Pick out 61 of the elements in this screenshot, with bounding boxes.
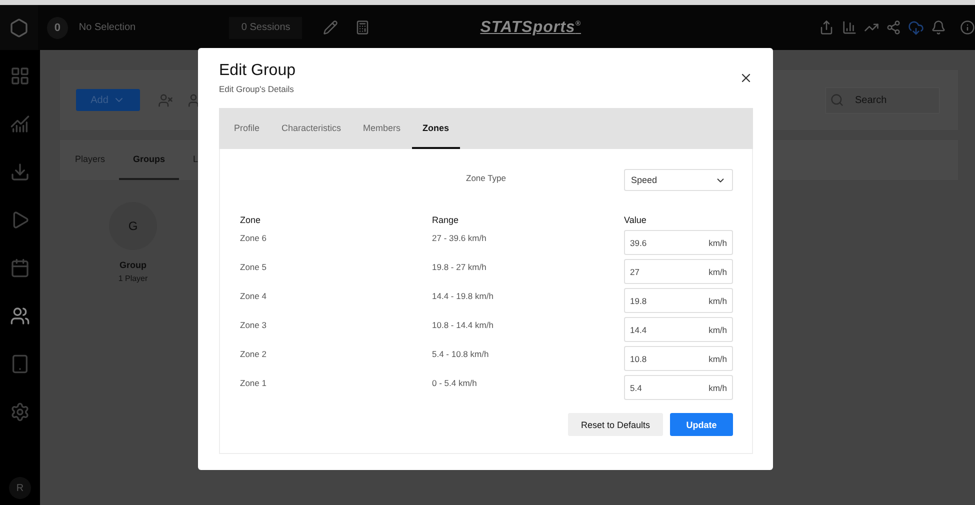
zone-name: Zone 4 bbox=[240, 290, 268, 303]
column-header: Range bbox=[432, 215, 460, 227]
zone-range: 14.4 - 19.8 km/h bbox=[432, 290, 494, 303]
column-header: Zone bbox=[240, 215, 262, 227]
unit-label: km/h bbox=[708, 324, 727, 334]
unit-label: km/h bbox=[708, 354, 727, 364]
update-button[interactable]: Update bbox=[670, 413, 733, 436]
unit-label: km/h bbox=[708, 382, 727, 392]
zone-range: 5.4 - 10.8 km/h bbox=[432, 348, 490, 361]
column-header: Value bbox=[624, 215, 648, 227]
zone-value-field[interactable]: 14.4 km/h bbox=[624, 317, 733, 342]
download-icon[interactable] bbox=[10, 162, 30, 182]
zone-name: Zone 2 bbox=[240, 348, 268, 361]
zone-value-field[interactable]: 5.4 km/h bbox=[624, 375, 733, 400]
zone-type-label: Zone Type bbox=[465, 172, 508, 185]
zone-range: 19.8 - 27 km/h bbox=[432, 261, 488, 274]
calendar-icon[interactable] bbox=[10, 258, 30, 278]
zone-range: 0 - 5.4 km/h bbox=[432, 377, 478, 390]
zone-range: 27 - 39.6 km/h bbox=[432, 232, 488, 245]
dialog-tab[interactable]: Members bbox=[352, 108, 412, 149]
hexagon-logo-icon[interactable] bbox=[9, 18, 29, 38]
zone-value-field[interactable]: 10.8 km/h bbox=[624, 346, 733, 371]
people-icon[interactable] bbox=[10, 306, 30, 326]
dialog-tab[interactable]: Profile bbox=[223, 108, 271, 149]
zone-type-select[interactable]: Speed bbox=[624, 169, 733, 191]
zone-value-field[interactable]: 19.8 km/h bbox=[624, 288, 733, 313]
upload-icon[interactable] bbox=[819, 20, 834, 35]
unit-label: km/h bbox=[708, 238, 727, 248]
group-name: Group bbox=[120, 260, 146, 270]
settings-icon[interactable] bbox=[10, 402, 30, 422]
chart-icon[interactable] bbox=[10, 114, 30, 134]
zone-value-field[interactable]: 27 km/h bbox=[624, 259, 733, 284]
close-icon[interactable] bbox=[739, 71, 753, 85]
dialog-title: Edit Group bbox=[219, 62, 296, 80]
brand-logo: STATSports$^{®}$ bbox=[480, 18, 581, 36]
unit-label: km/h bbox=[708, 296, 727, 306]
pencil-icon[interactable] bbox=[323, 20, 338, 35]
dialog-tab[interactable]: Characteristics bbox=[270, 108, 352, 149]
cloud-download-icon[interactable] bbox=[908, 20, 924, 36]
share-icon[interactable] bbox=[886, 20, 901, 35]
unit-label: km/h bbox=[708, 266, 727, 276]
selection-label: No Selection bbox=[78, 22, 137, 33]
dashboard-grid-icon[interactable] bbox=[10, 66, 30, 86]
tablet-icon[interactable] bbox=[10, 354, 30, 374]
selection-count: 0 bbox=[47, 16, 68, 38]
zone-value-field[interactable]: 39.6 km/h bbox=[624, 230, 733, 255]
zone-name: Zone 1 bbox=[240, 377, 268, 390]
calculator-icon[interactable] bbox=[355, 20, 370, 35]
bar-chart-icon[interactable] bbox=[842, 20, 857, 35]
zone-name: Zone 5 bbox=[240, 261, 268, 274]
zone-name: Zone 6 bbox=[240, 232, 268, 245]
dialog-subtitle: Edit Group's Details bbox=[219, 84, 295, 94]
bell-icon[interactable] bbox=[931, 20, 946, 35]
zone-name: Zone 3 bbox=[240, 319, 268, 332]
search-icon bbox=[830, 93, 844, 107]
info-icon[interactable] bbox=[960, 20, 975, 35]
user-icon[interactable] bbox=[186, 92, 201, 108]
zone-range: 10.8 - 14.4 km/h bbox=[432, 319, 494, 332]
user-x-icon[interactable] bbox=[158, 92, 173, 108]
dialog-tab[interactable]: Zones bbox=[412, 108, 460, 149]
reset-button[interactable]: Reset to Defaults bbox=[568, 413, 663, 436]
